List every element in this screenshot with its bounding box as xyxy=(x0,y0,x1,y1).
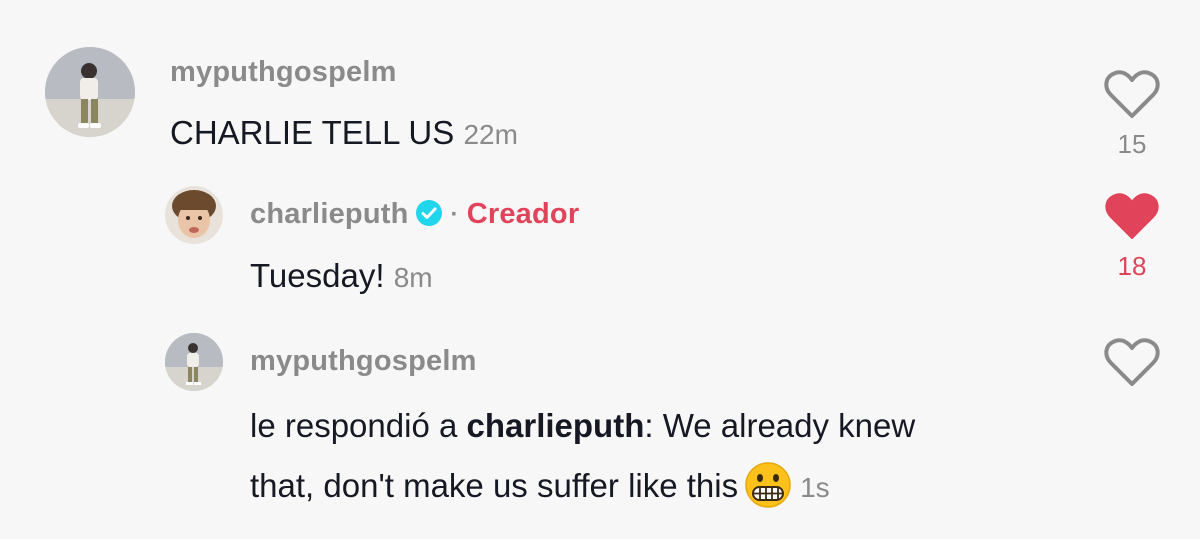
separator-dot: · xyxy=(450,201,459,229)
comment-body-line2: that, don't make us suffer like this xyxy=(250,467,739,504)
like-count: 18 xyxy=(1117,251,1147,281)
like-control[interactable]: 15 xyxy=(1102,70,1162,160)
mention-link[interactable]: charlieputh xyxy=(467,407,645,444)
avatar[interactable] xyxy=(45,47,135,137)
creator-badge: Creador xyxy=(466,198,580,230)
like-control[interactable]: 18 xyxy=(1102,192,1162,282)
comment-text: le respondió a charlieputh: We already k… xyxy=(250,400,915,452)
comment-timestamp: 22m xyxy=(463,119,518,150)
heart-filled-icon[interactable] xyxy=(1104,192,1160,242)
grimacing-face-icon xyxy=(745,462,791,509)
avatar-image xyxy=(165,186,223,244)
comment-timestamp: 1s xyxy=(800,472,830,503)
comments-section: myputhgospelm CHARLIE TELL US 22m 15 cha… xyxy=(0,0,1200,539)
heart-outline-icon[interactable] xyxy=(1104,338,1160,388)
like-count: 15 xyxy=(1117,129,1147,159)
avatar[interactable] xyxy=(165,186,223,244)
verified-badge-icon xyxy=(415,200,442,227)
comment-text-line2: that, don't make us suffer like this 1s xyxy=(250,460,830,514)
avatar-image xyxy=(45,47,135,137)
like-control[interactable] xyxy=(1102,338,1162,393)
heart-outline-icon[interactable] xyxy=(1104,70,1160,120)
comment-body: CHARLIE TELL US xyxy=(170,114,455,151)
comment-body: Tuesday! xyxy=(250,257,385,294)
comment-username[interactable]: myputhgospelm xyxy=(250,345,477,378)
comment-text: CHARLIE TELL US 22m xyxy=(170,107,518,161)
comment-timestamp: 8m xyxy=(393,262,433,293)
comment-username[interactable]: myputhgospelm xyxy=(170,56,397,89)
reply-header: charlieputh · Creador xyxy=(250,198,579,231)
avatar[interactable] xyxy=(165,333,223,391)
avatar-image xyxy=(165,333,223,391)
comment-username[interactable]: charlieputh xyxy=(250,198,409,230)
reply-prefix: le respondió a xyxy=(250,407,458,444)
comment-text: Tuesday! 8m xyxy=(250,250,433,304)
comment-body-line1: : We already knew xyxy=(644,407,916,444)
